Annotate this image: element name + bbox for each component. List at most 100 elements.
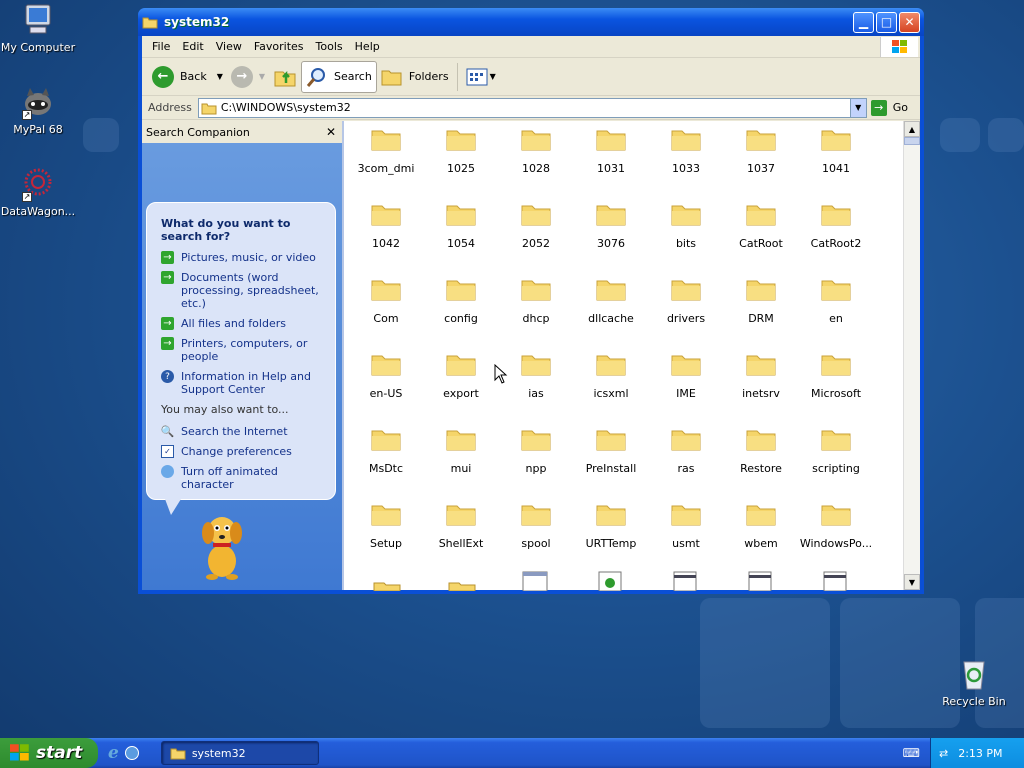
- address-dropdown-button[interactable]: ▼: [849, 98, 866, 117]
- start-button[interactable]: start: [0, 738, 98, 768]
- search-option-documents[interactable]: → Documents (word processing, spreadsheet…: [161, 271, 321, 310]
- folder-item[interactable]: en: [799, 277, 873, 325]
- folder-item[interactable]: 1042: [349, 202, 423, 250]
- search-dog-icon[interactable]: [192, 509, 252, 581]
- folder-item[interactable]: scripting: [799, 427, 873, 475]
- content-area: Search Companion ✕ What do you want to s…: [142, 121, 920, 591]
- also-option-internet[interactable]: 🔍 Search the Internet: [161, 425, 321, 438]
- folder-item[interactable]: wbem: [724, 502, 798, 550]
- close-button[interactable]: ✕: [899, 11, 920, 33]
- folder-item[interactable]: inetsrv: [724, 352, 798, 400]
- folder-item[interactable]: 3com_dmi: [349, 127, 423, 175]
- network-icon[interactable]: ⇄: [939, 747, 948, 760]
- folder-item[interactable]: URTTemp: [574, 502, 648, 550]
- folder-item[interactable]: 3076: [574, 202, 648, 250]
- folder-item[interactable]: CatRoot2: [799, 202, 873, 250]
- desktop-icon-mypal[interactable]: ↗ MyPal 68: [0, 84, 78, 136]
- folder-icon: [446, 130, 476, 151]
- menu-view[interactable]: View: [210, 40, 248, 53]
- folder-item[interactable]: dllcache: [574, 277, 648, 325]
- folder-item[interactable]: export: [424, 352, 498, 400]
- minimize-button[interactable]: ▁: [853, 11, 874, 33]
- folder-icon: [521, 355, 551, 376]
- folder-item[interactable]: 2052: [499, 202, 573, 250]
- folder-icon: [596, 205, 626, 226]
- folder-item[interactable]: usmt: [649, 502, 723, 550]
- folder-item[interactable]: WindowsPo...: [799, 502, 873, 550]
- folder-item[interactable]: npp: [499, 427, 573, 475]
- scroll-up-button[interactable]: ▲: [904, 121, 920, 137]
- menu-file[interactable]: File: [146, 40, 176, 53]
- folder-item[interactable]: ias: [499, 352, 573, 400]
- folder-item[interactable]: drivers: [649, 277, 723, 325]
- search-option-help[interactable]: ? Information in Help and Support Center: [161, 370, 321, 396]
- search-option-all-files[interactable]: → All files and folders: [161, 317, 321, 330]
- clock[interactable]: 2:13 PM: [958, 747, 1002, 760]
- folder-item[interactable]: IME: [649, 352, 723, 400]
- title-bar[interactable]: system32 ▁ □ ✕: [138, 8, 924, 36]
- folder-item[interactable]: 1041: [799, 127, 873, 175]
- folders-button[interactable]: Folders: [377, 61, 453, 93]
- search-button[interactable]: Search: [301, 60, 377, 93]
- address-input[interactable]: C:\WINDOWS\system32 ▼: [197, 97, 867, 118]
- folder-item[interactable]: spool: [499, 502, 573, 550]
- also-option-preferences[interactable]: ✓ Change preferences: [161, 445, 321, 458]
- folder-item[interactable]: DRM: [724, 277, 798, 325]
- folder-item[interactable]: bits: [649, 202, 723, 250]
- folder-icon: [821, 430, 851, 451]
- folder-item[interactable]: Com: [349, 277, 423, 325]
- folder-item[interactable]: en-US: [349, 352, 423, 400]
- folder-item[interactable]: 1031: [574, 127, 648, 175]
- maximize-button[interactable]: □: [876, 11, 897, 33]
- go-button[interactable]: → Go: [870, 99, 908, 116]
- window-title: system32: [164, 15, 230, 29]
- folder-item[interactable]: 1037: [724, 127, 798, 175]
- menu-tools[interactable]: Tools: [310, 40, 349, 53]
- folder-item[interactable]: 1028: [499, 127, 573, 175]
- folder-item[interactable]: config: [424, 277, 498, 325]
- folder-item[interactable]: ShellExt: [424, 502, 498, 550]
- menu-help[interactable]: Help: [349, 40, 386, 53]
- folder-label: 1054: [447, 237, 475, 250]
- folder-item[interactable]: dhcp: [499, 277, 573, 325]
- folder-item[interactable]: mui: [424, 427, 498, 475]
- folder-item[interactable]: ras: [649, 427, 723, 475]
- views-button[interactable]: ▼: [462, 61, 500, 93]
- also-option-animated-character[interactable]: Turn off animated character: [161, 465, 321, 491]
- folder-item[interactable]: PreInstall: [574, 427, 648, 475]
- folder-icon: [170, 748, 186, 760]
- folder-item[interactable]: icsxml: [574, 352, 648, 400]
- up-folder-button[interactable]: [269, 61, 301, 93]
- folder-item[interactable]: 1054: [424, 202, 498, 250]
- taskbar: start e system32 ⌨ ⇄ 2:13 PM: [0, 738, 1024, 768]
- folder-item[interactable]: MsDtc: [349, 427, 423, 475]
- scroll-down-button[interactable]: ▼: [904, 574, 920, 590]
- green-arrow-icon: →: [161, 271, 174, 284]
- back-button[interactable]: ← Back ▼: [148, 61, 227, 93]
- internet-explorer-icon[interactable]: e: [108, 743, 119, 763]
- menu-edit[interactable]: Edit: [176, 40, 209, 53]
- close-pane-icon[interactable]: ✕: [326, 125, 336, 139]
- desktop-icon-datawagon[interactable]: ↗ DataWagon...: [0, 166, 78, 218]
- folder-item[interactable]: Microsoft: [799, 352, 873, 400]
- menu-favorites[interactable]: Favorites: [248, 40, 310, 53]
- folder-item[interactable]: 1025: [424, 127, 498, 175]
- desktop-icon-my-computer[interactable]: My Computer: [0, 2, 78, 54]
- taskbar-item-system32[interactable]: system32: [160, 741, 319, 765]
- chevron-down-icon: ▼: [216, 72, 223, 81]
- search-option-printers[interactable]: → Printers, computers, or people: [161, 337, 321, 363]
- quick-launch: e: [108, 743, 139, 763]
- folder-item[interactable]: Setup: [349, 502, 423, 550]
- search-option-pictures[interactable]: → Pictures, music, or video: [161, 251, 321, 264]
- folder-item[interactable]: CatRoot: [724, 202, 798, 250]
- folder-item[interactable]: Restore: [724, 427, 798, 475]
- quick-launch-app-icon[interactable]: [124, 746, 139, 760]
- folder-item[interactable]: 1033: [649, 127, 723, 175]
- desktop-icon-recycle-bin[interactable]: Recycle Bin: [934, 656, 1014, 708]
- folder-label: MsDtc: [368, 462, 404, 475]
- scroll-thumb[interactable]: [904, 137, 920, 145]
- vertical-scrollbar[interactable]: ▲ ▼: [903, 121, 920, 590]
- folders-icon: [381, 70, 402, 85]
- forward-button[interactable]: → ▼: [227, 61, 269, 93]
- keyboard-icon[interactable]: ⌨: [903, 746, 920, 760]
